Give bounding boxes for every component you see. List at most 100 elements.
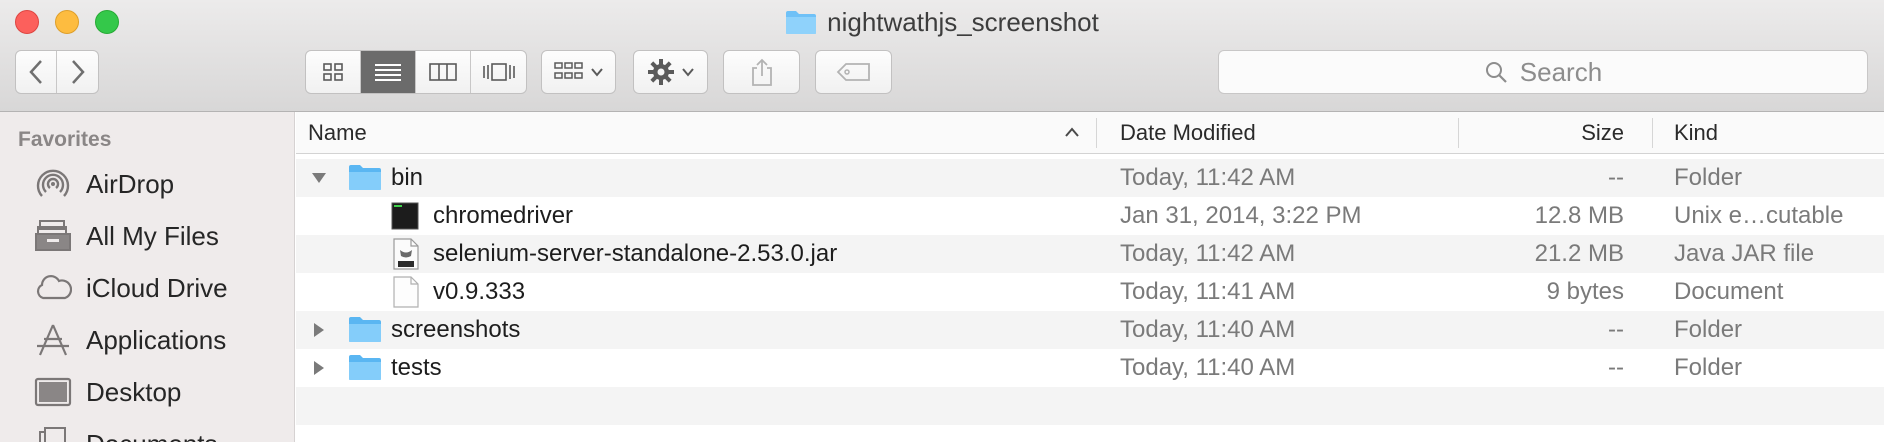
disclosure-triangle-expanded[interactable] — [310, 159, 328, 197]
document-icon — [393, 276, 419, 308]
sidebar-item-applications[interactable]: Applications — [34, 320, 226, 360]
sidebar: Favorites AirDrop All My Files iCloud Dr… — [0, 112, 295, 442]
desktop-icon — [34, 377, 72, 407]
chevron-down-icon — [681, 68, 694, 77]
icon-grid-icon — [323, 63, 343, 81]
terminal-icon — [391, 202, 419, 230]
cover-flow-view-button[interactable] — [471, 51, 526, 93]
gear-icon — [647, 59, 674, 85]
column-header-size-label: Size — [1581, 120, 1624, 145]
documents-icon — [39, 427, 66, 442]
file-size: -- — [1608, 354, 1624, 381]
disclosure-triangle-collapsed[interactable] — [312, 349, 326, 387]
file-size: 21.2 MB — [1534, 240, 1624, 267]
forward-button[interactable] — [57, 51, 98, 93]
table-row[interactable]: tests Today, 11:40 AM -- Folder — [296, 349, 1884, 387]
table-row[interactable]: v0.9.333 Today, 11:41 AM 9 bytes Documen… — [296, 273, 1884, 311]
column-view-button[interactable] — [416, 51, 471, 93]
sidebar-item-label: Applications — [86, 324, 227, 355]
share-icon — [751, 58, 772, 86]
sidebar-item-documents[interactable]: Documents — [34, 424, 218, 442]
file-date-modified: Today, 11:40 AM — [1120, 316, 1296, 343]
triangle-right-icon — [314, 323, 324, 337]
file-name: screenshots — [391, 316, 521, 343]
navigation-buttons — [15, 50, 99, 94]
applications-icon — [37, 324, 69, 356]
file-list: Name Date Modified Size Kind bin Today, … — [296, 112, 1884, 442]
folder-icon — [349, 165, 381, 190]
file-size: -- — [1608, 164, 1624, 191]
file-kind: Java JAR file — [1674, 240, 1815, 267]
column-header-kind-label: Kind — [1674, 120, 1719, 145]
list-icon — [375, 64, 401, 81]
airdrop-icon — [36, 169, 70, 197]
window-title-text: nightwathjs_screenshot — [827, 6, 1099, 37]
sidebar-heading: Favorites — [18, 128, 112, 151]
file-kind: Folder — [1674, 354, 1743, 381]
file-name: chromedriver — [433, 202, 574, 229]
file-date-modified: Today, 11:42 AM — [1120, 240, 1296, 267]
column-header-size[interactable]: Size — [1459, 112, 1624, 154]
file-size: -- — [1608, 316, 1624, 343]
icon-view-button[interactable] — [306, 51, 361, 93]
file-kind: Document — [1674, 278, 1784, 305]
file-date-modified: Jan 31, 2014, 3:22 PM — [1120, 202, 1362, 229]
file-name: selenium-server-standalone-2.53.0.jar — [433, 240, 838, 267]
empty-row — [296, 387, 1884, 425]
jar-icon — [393, 238, 419, 270]
sort-ascending-icon — [1065, 127, 1079, 137]
sidebar-item-icloud-drive[interactable]: iCloud Drive — [34, 268, 228, 308]
column-divider[interactable] — [1652, 118, 1653, 148]
search-icon — [1485, 62, 1507, 83]
columns-icon — [429, 63, 457, 81]
arrange-icon — [553, 62, 583, 79]
triangle-right-icon — [314, 361, 324, 375]
file-size: 9 bytes — [1546, 278, 1624, 305]
column-header-date[interactable]: Date Modified — [1120, 112, 1420, 154]
list-view-button[interactable] — [361, 51, 416, 93]
folder-icon — [786, 11, 817, 34]
file-name: v0.9.333 — [433, 278, 526, 305]
table-row[interactable]: chromedriver Jan 31, 2014, 3:22 PM 12.8 … — [296, 197, 1884, 235]
view-mode-control — [305, 50, 527, 94]
table-row[interactable]: screenshots Today, 11:40 AM -- Folder — [296, 311, 1884, 349]
chevron-right-icon — [71, 60, 85, 84]
sidebar-item-airdrop[interactable]: AirDrop — [34, 164, 174, 204]
tag-button[interactable] — [815, 50, 892, 94]
folder-icon — [349, 355, 381, 380]
column-header: Name Date Modified Size Kind — [296, 112, 1884, 154]
sidebar-item-label: iCloud Drive — [86, 272, 228, 303]
folder-icon — [349, 317, 381, 342]
window-title: nightwathjs_screenshot — [0, 6, 1884, 37]
file-name: tests — [391, 354, 442, 381]
action-button[interactable] — [633, 50, 708, 94]
sidebar-item-label: All My Files — [86, 220, 219, 251]
sidebar-item-label: AirDrop — [86, 168, 175, 199]
table-row[interactable]: bin Today, 11:42 AM -- Folder — [296, 159, 1884, 197]
disclosure-triangle-collapsed[interactable] — [312, 311, 326, 349]
column-divider[interactable] — [1096, 118, 1097, 148]
sidebar-item-all-my-files[interactable]: All My Files — [34, 216, 219, 256]
column-header-name[interactable]: Name — [308, 112, 1108, 154]
sidebar-item-label: Desktop — [86, 376, 182, 407]
file-kind: Unix e…cutable — [1674, 202, 1844, 229]
search-placeholder: Search — [1519, 56, 1603, 87]
cloud-icon — [36, 275, 72, 300]
table-row[interactable]: selenium-server-standalone-2.53.0.jar To… — [296, 235, 1884, 273]
column-header-kind[interactable]: Kind — [1674, 112, 1874, 154]
file-name: bin — [391, 164, 424, 191]
sidebar-item-desktop[interactable]: Desktop — [34, 372, 181, 412]
file-kind: Folder — [1674, 316, 1743, 343]
share-button[interactable] — [723, 50, 800, 94]
tag-icon — [836, 63, 870, 81]
file-date-modified: Today, 11:42 AM — [1120, 164, 1296, 191]
all-files-icon — [35, 220, 71, 251]
back-button[interactable] — [16, 51, 58, 93]
triangle-down-icon — [312, 173, 326, 183]
search-field[interactable]: Search — [1218, 50, 1868, 94]
column-header-date-label: Date Modified — [1120, 120, 1256, 145]
arrange-button[interactable] — [541, 50, 616, 94]
cover-flow-icon — [482, 63, 515, 81]
file-date-modified: Today, 11:40 AM — [1120, 354, 1296, 381]
file-date-modified: Today, 11:41 AM — [1120, 278, 1296, 305]
